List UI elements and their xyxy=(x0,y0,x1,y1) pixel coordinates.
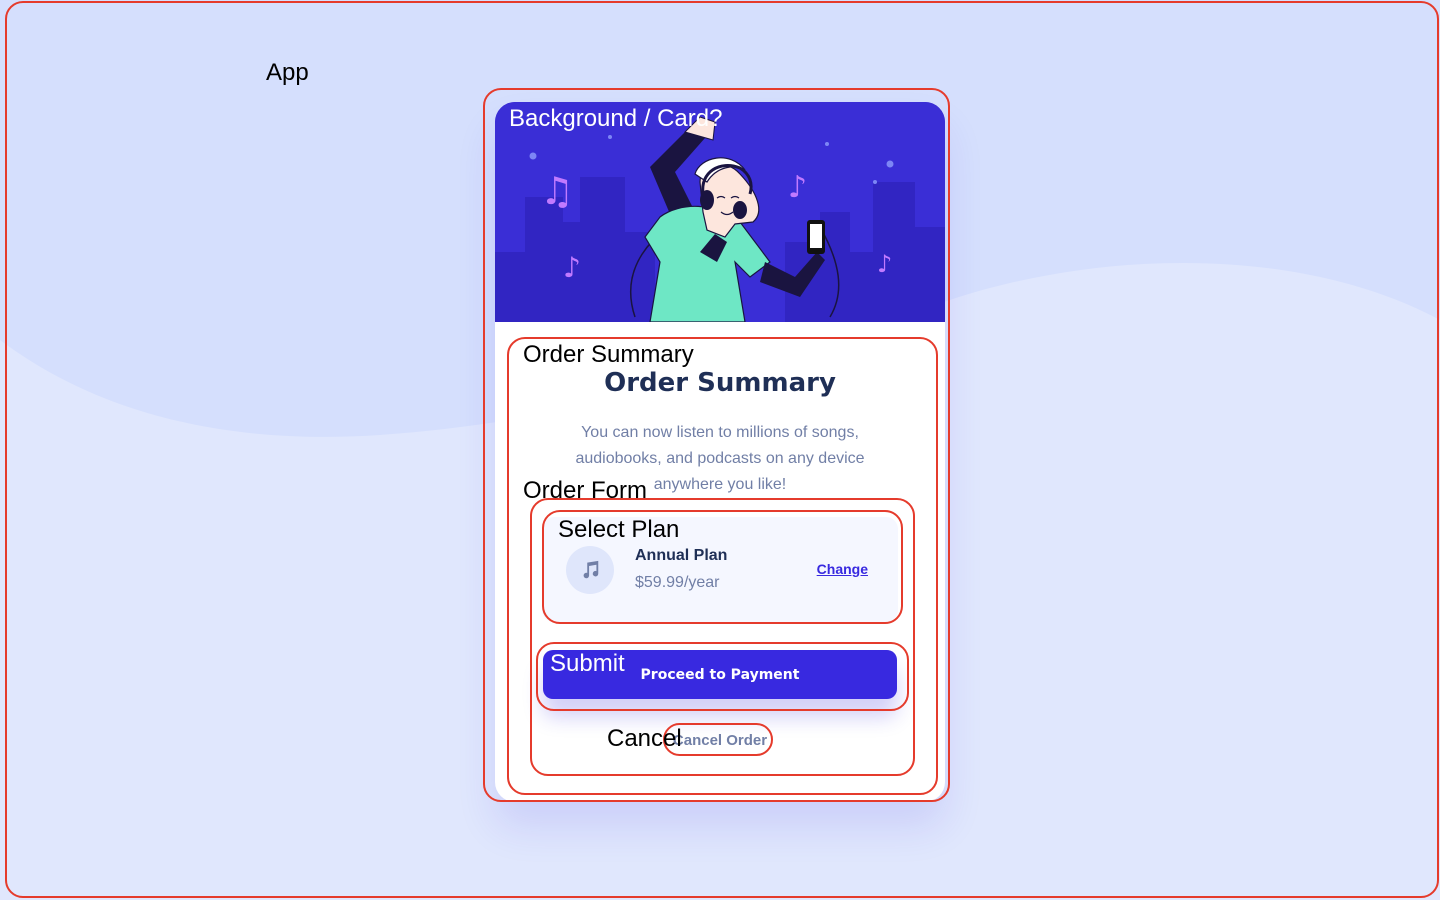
select-plan-label: Select Plan xyxy=(558,516,680,543)
order-summary-label: Order Summary xyxy=(523,341,694,368)
order-form-label: Order Form xyxy=(523,477,648,504)
plan-price: $59.99/year xyxy=(635,574,720,591)
svg-text:♪: ♪ xyxy=(563,251,581,284)
background-card-label: Background / Card? xyxy=(509,105,723,132)
plan-name: Annual Plan xyxy=(635,547,728,564)
hero-illustration-svg: ♫ ♪ ♪ ♪ xyxy=(495,102,945,322)
cancel-order-button[interactable]: Cancel Order xyxy=(670,732,770,749)
music-note-icon xyxy=(566,546,614,594)
svg-text:♪: ♪ xyxy=(788,170,807,205)
submit-label: Submit xyxy=(550,650,625,677)
cancel-label: Cancel xyxy=(607,725,682,752)
order-summary-title: Order Summary xyxy=(604,368,836,398)
svg-text:♫: ♫ xyxy=(540,169,574,213)
hero-illustration: ♫ ♪ ♪ ♪ xyxy=(495,102,945,322)
svg-text:♪: ♪ xyxy=(877,250,892,278)
music-note-icon-svg xyxy=(583,560,599,579)
order-summary-card: ♫ ♪ ♪ ♪ Order Summary You can now listen… xyxy=(495,102,945,802)
app-label: App xyxy=(266,59,309,86)
change-plan-link[interactable]: Change xyxy=(817,561,868,577)
